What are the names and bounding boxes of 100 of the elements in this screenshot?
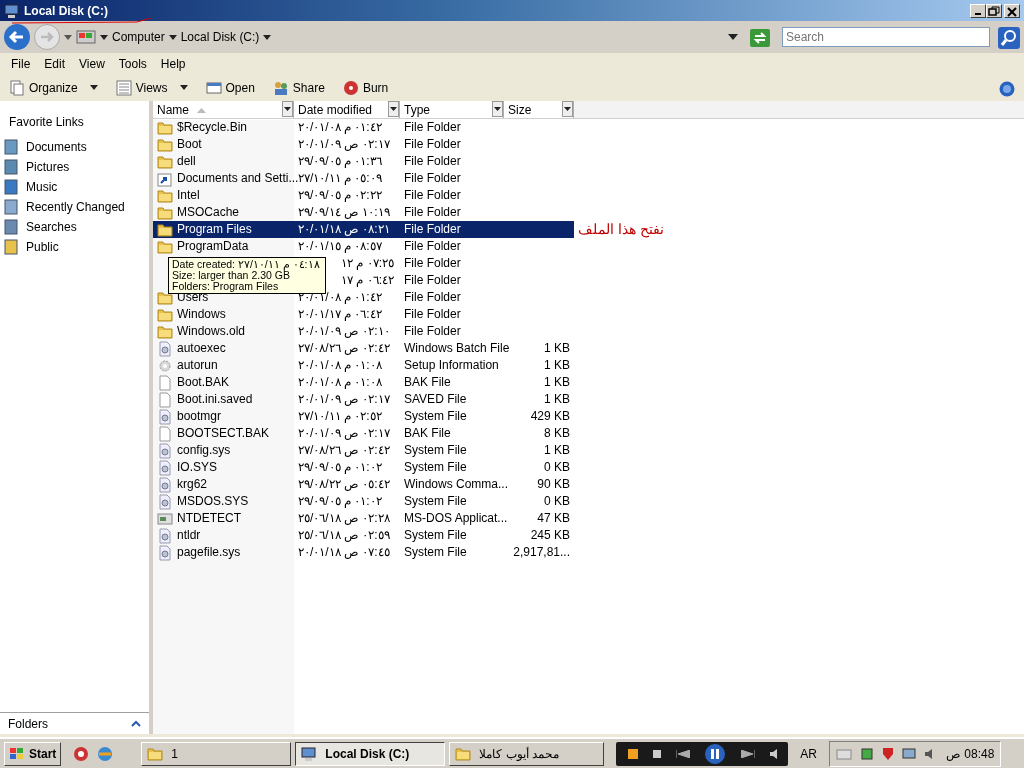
file-name: Boot.BAK [177,374,230,391]
column-header[interactable]: Type [400,101,504,118]
caret-icon [64,33,72,41]
sidebar-item[interactable]: Searches [0,217,149,237]
type-text: System File [404,409,467,423]
file-name: BOOTSECT.BAK [177,425,270,442]
media-player-bar[interactable] [616,741,789,766]
type-text: File Folder [404,120,461,134]
column-header[interactable]: Date modified [294,101,400,118]
close-button[interactable] [1004,3,1020,18]
sidebar-item[interactable]: Documents [0,137,149,157]
toolbar-button[interactable]: Burn [337,78,394,98]
taskbar-button[interactable]: Local Disk (C:) [295,741,446,766]
toolbar-button[interactable]: Share [267,78,330,98]
start-button[interactable]: Start [4,741,62,766]
caret-icon [263,33,272,41]
sidebar-item[interactable]: Recently Changed [0,197,149,217]
taskbar-button[interactable]: 1 [141,741,292,766]
caret-icon [168,33,177,41]
type-text: System File [404,443,467,457]
file-name: Windows.old [177,323,246,340]
people-icon [272,80,289,96]
size-text: 0 KB [544,494,570,508]
size-text: 8 KB [544,426,570,440]
date-text: ٢٧/٠٨/٢٦ ص ٠٢:٤٢ [298,442,391,459]
window-icon [205,80,222,96]
date-text: ٢٩/٠٩/٠٥ م ٠١:٣٦ [298,153,383,170]
date-text: ٢٠/٠١/٠٨ م ٠١:٤٢ [298,289,383,306]
date-text: ١٢ م ٠٧:٢٥ [341,255,394,272]
date-text: ١٧ م ٠٦:٤٢ [341,272,394,289]
language-indicator[interactable]: AR [800,744,817,763]
file-icon [157,425,173,442]
file-name: autoexec [177,340,226,357]
size-text: 1 KB [544,443,570,457]
window-title: Local Disk (C:) [24,2,108,20]
menu-item[interactable]: Help [153,53,193,75]
sidebar-item[interactable]: Public [0,237,149,257]
folders-bar[interactable]: Folders [0,712,149,734]
date-text: ٢٩/٠٩/٠٥ م ٠١:٠٢ [298,493,383,510]
breadcrumb[interactable]: Computer [112,28,165,46]
type-text: System File [404,545,467,559]
column-dropdown-button[interactable] [492,101,503,117]
column-dropdown-button[interactable] [388,101,399,117]
menu-item[interactable]: View [72,53,112,75]
type-text: Setup Information [404,358,499,372]
toolbar-button[interactable]: Organize [4,78,103,98]
size-text: 0 KB [544,460,570,474]
file-name: krg62 [177,476,208,493]
file-name: Documents and Setti... [177,170,299,187]
type-text: BAK File [404,375,451,389]
globe-icon [97,746,114,763]
column-dropdown-button[interactable] [562,101,573,117]
type-text: File Folder [404,273,461,287]
breadcrumb[interactable]: Local Disk (C:) [180,28,260,46]
caret-icon [494,106,501,112]
pages-icon [9,80,25,96]
next-icon [740,749,755,758]
shield-icon [882,746,894,761]
date-text: ٢٠/٠١/٠٩ ص ٠٢:١٧ [298,391,391,408]
menu-item[interactable]: Edit [37,53,73,75]
date-text: ٢٠/٠١/١٥ م ٠٨:٥٧ [298,238,383,255]
sidebar-item[interactable]: Music [0,177,149,197]
search-field[interactable]: Search [782,27,990,47]
minimize-button[interactable] [970,3,986,18]
date-text: ٢٠/٠١/٠٨ م ٠١:٠٨ [298,357,383,374]
file-name: MSDOS.SYS [177,493,249,510]
windows-flag-icon [9,746,25,761]
type-text: System File [404,528,467,542]
caret-icon [100,33,108,41]
back-button[interactable] [4,24,30,50]
pause-icon [705,743,726,764]
dropdown-caret-icon [728,33,738,41]
type-text: File Folder [404,290,461,304]
menu-item[interactable]: Tools [111,53,154,75]
toolbar-button[interactable]: Views [110,78,193,98]
column-header[interactable]: Size [504,101,574,118]
type-text: System File [404,494,467,508]
date-text: ٢٠/٠١/٠٩ ص ٠٢:١٠ [298,323,391,340]
column-header[interactable]: Name [153,101,294,118]
disc-icon [342,80,359,96]
caret-icon [390,106,397,112]
column-dropdown-button[interactable] [282,101,293,117]
search-icon [998,26,1020,49]
search-button[interactable] [998,25,1020,49]
date-text: ٢٠/٠١/٠٩ ص ٠٢:١٧ [298,425,391,442]
toolbar-button[interactable]: Open [200,78,260,98]
restore-button[interactable] [986,3,1002,18]
tooltip-line: Folders: Program Files [172,281,280,292]
gear-icon [157,357,173,374]
clock: ص 08:48 [946,745,995,763]
size-text: 1 KB [544,375,570,389]
type-text: Windows Batch File [404,341,510,355]
drive-icon [76,28,96,46]
menu-item[interactable]: File [4,53,38,75]
annotation-text: نفتح هذا الملف [577,221,664,238]
previous-icon [676,749,691,758]
taskbar-button[interactable]: محمد أيوب كاملا [449,741,605,766]
shortcut-icon [157,170,173,187]
refresh-icon [750,28,770,47]
sidebar-item[interactable]: Pictures [0,157,149,177]
